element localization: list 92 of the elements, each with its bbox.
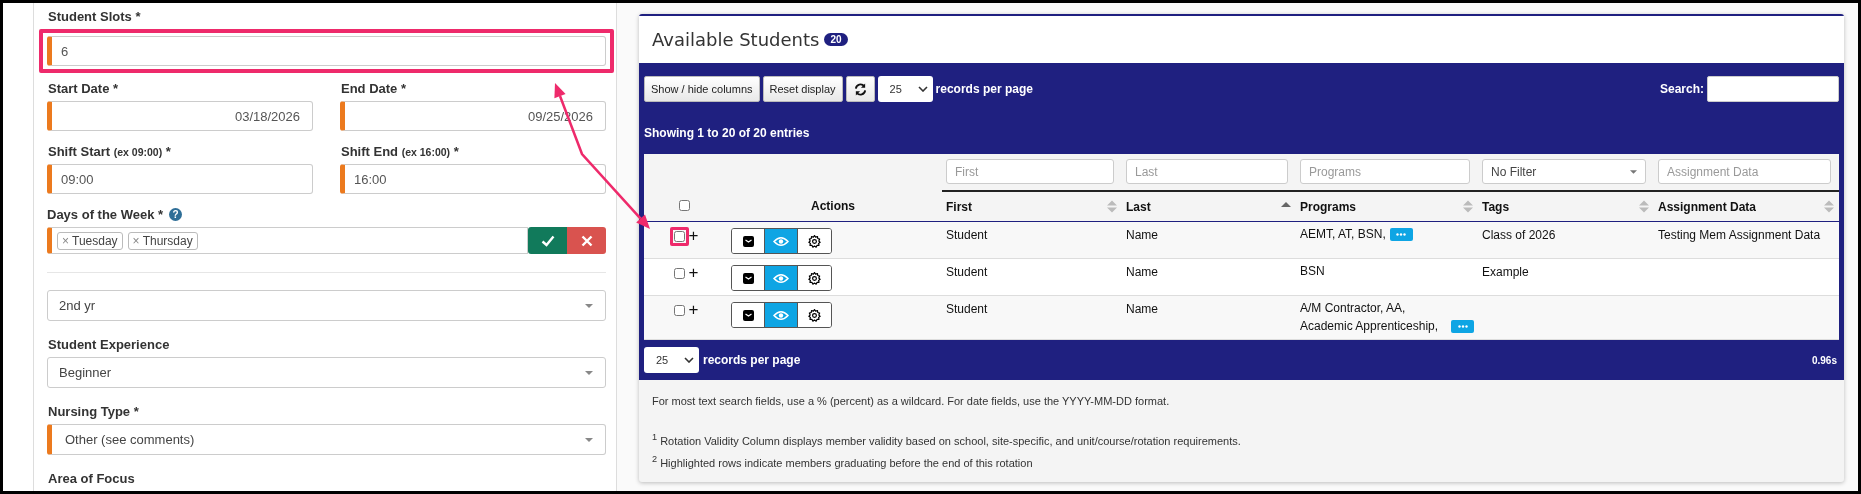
dropdown[interactable]: Other (see comments) [47,424,606,455]
table-cell: Student [946,265,988,279]
settings-button[interactable] [798,229,831,253]
table-cell: Student [946,302,988,316]
text-field[interactable]: 16:00 [340,164,606,194]
row-checkbox[interactable] [673,268,685,279]
envelope-icon [742,309,754,321]
field-label: Start Date * [48,81,120,96]
eye-icon [773,235,789,247]
refresh-button[interactable] [845,76,875,102]
refresh-icon [853,82,867,96]
dropdown[interactable]: Beginner [47,357,606,388]
field-label: Shift Start (ex 09:00) * [48,144,172,159]
table-cell: Student [946,228,988,242]
expand-toggle[interactable]: + [688,301,699,318]
field-label: End Date * [341,81,407,96]
field-label: Area of Focus [48,471,136,486]
field-label: Nursing Type * [48,404,140,419]
entries-info: Showing 1 to 20 of 20 entries [644,124,811,142]
settings-button[interactable] [798,303,831,327]
field-label: Student Experience [48,337,171,352]
day-tag[interactable]: × Thursday [127,231,198,250]
ellipsis-icon [1457,325,1468,328]
settings-icon [808,234,821,248]
expand-toggle[interactable]: + [688,264,699,281]
toolbar-button[interactable]: Reset display [762,76,843,102]
table-cell: Name [1126,228,1158,242]
field-label: Days of the Week * [47,207,164,222]
view-button[interactable] [765,229,798,253]
filter-field[interactable]: First [946,159,1114,184]
text-field[interactable]: 09:00 [47,164,313,194]
panel-title: Available Students [652,29,820,50]
envelope-icon [742,272,754,284]
filter-field[interactable]: Assignment Data [1658,159,1831,184]
footnote-text: $^{1}$ Rotation Validity Column displays member validity based on school, site-specific, and unit/course/rotation requirements. [652,431,1242,449]
ellipsis-icon [1396,233,1407,236]
table-cell-text: AEMT, AT, BSN, [1300,226,1386,243]
table-cell: Example [1482,265,1529,279]
filter-dropdown[interactable]: No Filter [1482,159,1646,184]
view-button[interactable] [765,266,798,290]
table-cell: Name [1126,265,1158,279]
search-label: Search: [1659,82,1704,96]
filter-field[interactable]: Last [1126,159,1288,184]
date-field[interactable]: 03/18/2026 [47,101,313,131]
select-all-checkbox[interactable] [678,200,690,211]
search-field[interactable] [1707,76,1839,102]
settings-icon [808,271,821,285]
day-tag[interactable]: × Tuesday [57,231,123,250]
filter-field[interactable]: Programs [1300,159,1470,184]
tag-select-field[interactable]: × Tuesday × Thursday [47,227,528,254]
chevron-icon [684,357,694,363]
field-label: Shift End (ex 16:00) * [341,144,460,159]
view-button[interactable] [765,303,798,327]
table-cell-text: A/M Contractor, AA, Academic Apprenticeship, [1300,300,1440,335]
envelope-icon [742,235,754,247]
per-page-label: records per page [703,353,801,367]
expand-toggle[interactable]: + [688,227,699,244]
footnote-text: $^{2}$ Highlighted rows indicate members graduating before the end of this rotation [652,452,1034,471]
confirm-button[interactable] [528,227,567,254]
help-icon[interactable]: ? [169,208,183,221]
table-cell: Class of 2026 [1482,228,1556,242]
text-field[interactable]: 6 [47,36,606,66]
row-checkbox[interactable] [673,305,685,316]
eye-icon [773,309,789,321]
check-icon [540,234,555,247]
per-page-label: records per page [935,82,1033,96]
close-icon [580,234,593,247]
column-header: Actions [811,198,855,213]
table-cell: Name [1126,302,1158,316]
toolbar-button[interactable]: Show / hide columns [644,76,760,102]
cancel-button[interactable] [567,227,606,254]
caret-icon [1630,169,1637,174]
footnote-text: For most text search fields, use a % (percent) as a wildcard. For date fields, use the YYYY-MM-DD format. [652,394,1171,409]
dropdown[interactable]: 2nd yr [47,290,606,321]
caret-icon [585,437,593,442]
count-badge: 20 [824,33,848,46]
message-button[interactable] [732,229,765,253]
field-label: Student Slots * [48,9,142,24]
table-cell: Testing Mem Assignment Data [1658,228,1821,242]
message-button[interactable] [732,266,765,290]
caret-icon [585,370,593,375]
page-size-select[interactable]: 25 [877,76,933,102]
page-size-select[interactable]: 25 [644,347,699,373]
more-button[interactable] [1389,228,1413,241]
row-checkbox[interactable] [673,231,685,242]
message-button[interactable] [732,303,765,327]
table-cell-text: BSN [1300,263,1325,280]
caret-icon [585,303,593,308]
chevron-icon [917,86,928,92]
settings-icon [808,308,821,322]
eye-icon [773,272,789,284]
load-time: 0.96s [1811,354,1837,366]
